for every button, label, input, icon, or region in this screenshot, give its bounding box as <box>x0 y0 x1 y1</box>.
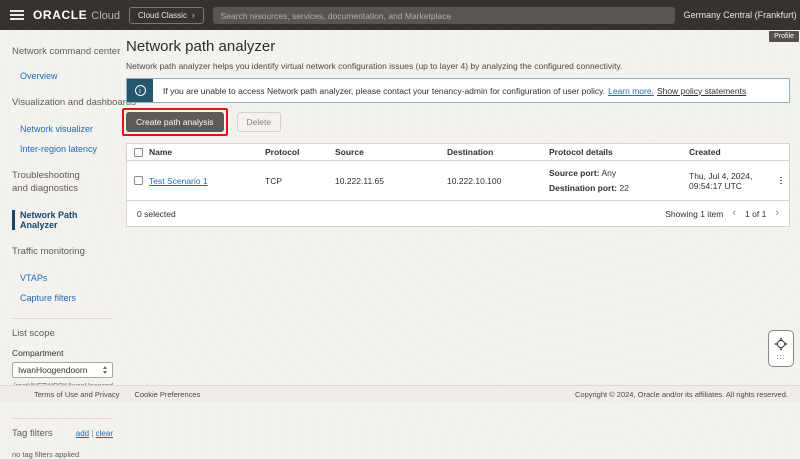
sidebar-heading-network-command-center: Network command center <box>12 46 113 57</box>
sidebar-item-inter-region-latency[interactable]: Inter-region latency <box>20 144 113 154</box>
row-destination: 10.222.10.100 <box>447 176 549 186</box>
select-all-checkbox[interactable] <box>134 148 143 157</box>
sidebar-item-vtaps[interactable]: VTAPs <box>20 273 113 283</box>
tag-filters-add-link[interactable]: add <box>76 429 89 438</box>
column-header-source: Source <box>335 147 447 157</box>
column-header-protocol: Protocol <box>265 147 335 157</box>
column-header-name: Name <box>149 147 265 157</box>
sidebar-heading-troubleshooting: Troubleshooting and diagnostics <box>12 170 98 196</box>
learn-more-link[interactable]: Learn more. <box>608 86 654 96</box>
accessibility-move-widget[interactable] <box>768 330 794 367</box>
column-header-protocol-details: Protocol details <box>549 147 689 157</box>
page-next-icon[interactable]: › <box>775 208 779 219</box>
info-banner: i If you are unable to access Network pa… <box>126 78 790 103</box>
showing-items-text: Showing 1 item <box>665 209 723 219</box>
cookie-preferences-link[interactable]: Cookie Preferences <box>134 390 200 399</box>
column-header-destination: Destination <box>447 147 549 157</box>
sidebar-heading-visualization: Visualization and dashboards <box>12 97 113 108</box>
path-analysis-table: Name Protocol Source Destination Protoco… <box>126 143 790 227</box>
compartment-select[interactable]: IwanHoogendoorn <box>12 362 113 378</box>
source-port-value: Any <box>601 168 616 178</box>
row-created: Thu, Jul 4, 2024, 09:54:17 UTC <box>689 171 773 191</box>
tag-filters-divider: | <box>91 429 93 438</box>
tag-filters-clear-link[interactable]: clear <box>96 429 113 438</box>
sidebar-item-capture-filters[interactable]: Capture filters <box>20 293 113 303</box>
row-protocol: TCP <box>265 176 335 186</box>
destination-port-label: Destination port: <box>549 183 617 193</box>
top-bar: ORACLE Cloud Cloud Classic › Germany Cen… <box>0 0 800 30</box>
terms-of-use-link[interactable]: Terms of Use and Privacy <box>34 390 119 399</box>
search-input[interactable] <box>213 7 675 24</box>
main-content: Network path analyzer Network path analy… <box>126 38 790 227</box>
row-actions-menu-icon[interactable] <box>778 175 784 187</box>
column-header-created: Created <box>689 147 773 157</box>
global-search <box>213 6 675 25</box>
create-path-analysis-button[interactable]: Create path analysis <box>126 112 224 132</box>
page-indicator: 1 of 1 <box>745 209 766 219</box>
table-row: Test Scenario 1 TCP 10.222.11.65 10.222.… <box>127 161 789 201</box>
sidebar-item-overview[interactable]: Overview <box>20 71 113 81</box>
compartment-label: Compartment <box>12 348 113 358</box>
sidebar-heading-traffic-monitoring: Traffic monitoring <box>12 246 113 257</box>
select-updown-icon <box>103 366 107 374</box>
row-protocol-details: Source port: Any Destination port: 22 <box>549 168 689 193</box>
copyright-text: Copyright © 2024, Oracle and/or its affi… <box>575 390 788 399</box>
delete-button[interactable]: Delete <box>237 112 282 132</box>
show-policy-statements-link[interactable]: Show policy statements <box>657 86 746 96</box>
chevron-right-icon: › <box>192 11 195 20</box>
region-label: Germany Central (Frankfurt) <box>684 10 797 20</box>
move-crosshair-icon <box>774 337 788 351</box>
destination-port-value: 22 <box>619 183 628 193</box>
region-selector[interactable]: Germany Central (Frankfurt) <box>684 10 800 20</box>
list-scope-heading: List scope <box>12 328 113 339</box>
source-port-label: Source port: <box>549 168 600 178</box>
sidebar-item-network-path-analyzer[interactable]: Network Path Analyzer <box>12 210 113 230</box>
tag-filters-section: Tag filters add | clear no tag filters a… <box>12 418 113 459</box>
top-bar-right: Germany Central (Frankfurt) ? <box>684 8 800 22</box>
cloud-classic-button[interactable]: Cloud Classic › <box>129 7 204 24</box>
cloud-classic-label: Cloud Classic <box>138 11 187 20</box>
page-description: Network path analyzer helps you identify… <box>126 61 790 71</box>
page-title: Network path analyzer <box>126 38 790 55</box>
hamburger-menu-icon[interactable] <box>10 10 24 20</box>
selected-count-text: 0 selected <box>137 209 176 219</box>
row-name-link[interactable]: Test Scenario 1 <box>149 176 208 186</box>
table-footer: 0 selected Showing 1 item ‹ 1 of 1 › <box>127 201 789 226</box>
action-buttons-row: Create path analysis Delete <box>126 112 790 132</box>
profile-tooltip: Profile <box>769 31 799 42</box>
brand-cloud: Cloud <box>91 10 120 22</box>
brand-oracle: ORACLE <box>33 8 87 22</box>
info-banner-strip: i <box>127 79 153 102</box>
table-header-row: Name Protocol Source Destination Protoco… <box>127 144 789 161</box>
drag-handle-dots-icon[interactable] <box>777 355 786 361</box>
tag-filters-heading: Tag filters <box>12 428 53 439</box>
row-checkbox[interactable] <box>134 176 143 185</box>
page-previous-icon[interactable]: ‹ <box>732 208 736 219</box>
info-icon: i <box>135 85 146 96</box>
sidebar-item-network-visualizer[interactable]: Network visualizer <box>20 124 113 134</box>
page-footer: Terms of Use and Privacy Cookie Preferen… <box>0 385 800 402</box>
compartment-value: IwanHoogendoorn <box>18 365 87 375</box>
tag-filters-empty-text: no tag filters applied <box>12 450 113 459</box>
info-banner-text: If you are unable to access Network path… <box>163 86 605 96</box>
row-source: 10.222.11.65 <box>335 176 447 186</box>
oracle-cloud-logo[interactable]: ORACLE Cloud <box>33 8 120 22</box>
